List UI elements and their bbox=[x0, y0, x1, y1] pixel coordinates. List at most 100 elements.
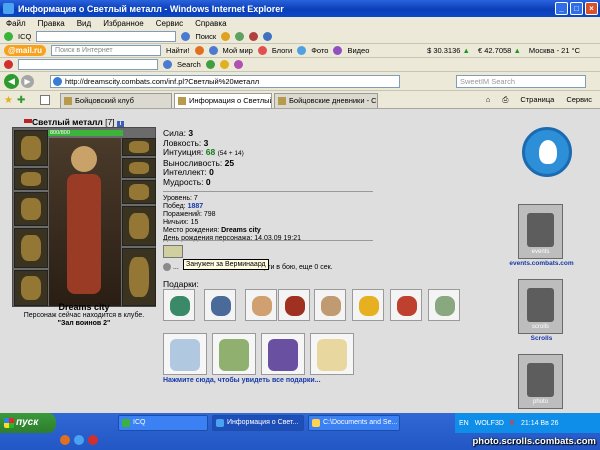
minimize-button[interactable]: _ bbox=[555, 2, 568, 15]
location-status: Персонаж сейчас находится в клубе. bbox=[23, 312, 145, 319]
weapon-slot[interactable] bbox=[14, 192, 48, 226]
scrolls-link[interactable]: Scrolls bbox=[504, 335, 579, 342]
page-menu[interactable]: Страница bbox=[520, 95, 554, 105]
system-tray: EN WOLF3D K 21:14 Вв 26 bbox=[455, 413, 600, 433]
window-title-bar[interactable]: Информация о Светлый металл - Windows In… bbox=[0, 0, 600, 17]
icq-button[interactable]: ICQ bbox=[18, 32, 31, 41]
pencil-icon[interactable] bbox=[194, 46, 204, 55]
url-input[interactable]: http://dreamscity.combats.com/inf.pl?Све… bbox=[50, 75, 400, 88]
start-button[interactable]: пуск bbox=[0, 413, 56, 433]
earring-slot[interactable] bbox=[122, 138, 156, 156]
mailru-logo[interactable]: @mail.ru bbox=[4, 45, 47, 56]
gift-item[interactable] bbox=[278, 289, 310, 321]
gloves-slot[interactable] bbox=[122, 180, 156, 204]
gift-item[interactable] bbox=[428, 289, 460, 321]
all-gifts-link[interactable]: Нажмите сюда, чтобы увидеть все подарки.… bbox=[163, 377, 321, 384]
task-icq[interactable]: ICQ bbox=[118, 415, 208, 431]
toolbar-icon-3[interactable] bbox=[249, 31, 259, 41]
gift-card[interactable] bbox=[212, 333, 256, 375]
menu-favorites[interactable]: Избранное bbox=[103, 19, 144, 28]
menu-bar: Файл Правка Вид Избранное Сервис Справка bbox=[0, 17, 600, 29]
ie-quicklaunch-icon[interactable] bbox=[74, 435, 84, 445]
video-link[interactable]: Видео bbox=[347, 46, 369, 55]
menu-edit[interactable]: Правка bbox=[38, 19, 65, 28]
quick-tabs-icon[interactable] bbox=[40, 95, 50, 105]
print-icon[interactable]: ⎙ bbox=[502, 95, 508, 105]
toolbar-icon-4[interactable] bbox=[263, 31, 273, 41]
gift-item[interactable] bbox=[314, 289, 346, 321]
icq-search-button[interactable]: Поиск bbox=[195, 32, 216, 41]
toolbar-icon-5[interactable] bbox=[205, 60, 215, 69]
gift-card[interactable] bbox=[261, 333, 305, 375]
back-button[interactable]: ◀ bbox=[4, 74, 19, 89]
necklace-slot[interactable] bbox=[14, 168, 48, 190]
character-city: Dreams city bbox=[58, 302, 110, 312]
close-button[interactable]: × bbox=[585, 2, 598, 15]
trauma-effect-icon[interactable] bbox=[163, 245, 183, 258]
gift-item[interactable] bbox=[352, 289, 384, 321]
shield-slot[interactable] bbox=[122, 206, 156, 246]
clock[interactable]: 21:14 Вв 26 bbox=[521, 420, 559, 427]
toolbar-icon-1[interactable] bbox=[221, 31, 231, 41]
events-link[interactable]: events.combats.com bbox=[504, 260, 579, 267]
tab-character-info[interactable]: Информация о Светлый ... bbox=[174, 93, 272, 108]
home-icon[interactable]: ⌂ bbox=[486, 95, 491, 105]
photo-link[interactable]: Фото bbox=[311, 46, 328, 55]
boots-slot[interactable] bbox=[122, 248, 156, 306]
forward-button[interactable]: ▶ bbox=[21, 75, 34, 88]
events-banner[interactable]: events bbox=[518, 204, 563, 259]
toolbar-icon-6[interactable] bbox=[233, 60, 243, 69]
menu-file[interactable]: Файл bbox=[6, 19, 26, 28]
mailru-find-button[interactable]: Найти! bbox=[166, 46, 190, 55]
icq-search-input[interactable] bbox=[36, 30, 177, 42]
weather[interactable]: Москва - 21 °C bbox=[529, 46, 580, 55]
tools-menu[interactable]: Сервис bbox=[566, 95, 592, 105]
menu-help[interactable]: Справка bbox=[195, 19, 226, 28]
scrolls-banner[interactable]: scrolls bbox=[518, 279, 563, 334]
task-explorer[interactable]: C:\Documents and Se... bbox=[308, 415, 400, 431]
gift-item[interactable] bbox=[245, 289, 277, 321]
hp-bar: 800/800 bbox=[48, 130, 123, 136]
add-favorites-icon[interactable]: ✚ bbox=[17, 95, 25, 106]
tab-combats-club[interactable]: Бойцовский клуб bbox=[60, 93, 172, 108]
tab-diaries[interactable]: Бойцовские дневники - Свет... bbox=[274, 93, 378, 108]
character-figure bbox=[49, 138, 121, 306]
antivirus-icon[interactable]: K bbox=[510, 420, 515, 427]
toolbar-logo-icon[interactable] bbox=[4, 60, 13, 69]
toolbar3-search-input[interactable] bbox=[18, 59, 158, 70]
belt-slot[interactable] bbox=[14, 270, 48, 306]
task-ie-window[interactable]: Информация о Свет... bbox=[212, 415, 304, 431]
favorites-star-icon[interactable]: ★ bbox=[4, 95, 13, 106]
armor-slot[interactable] bbox=[14, 228, 48, 268]
combats-logo[interactable] bbox=[522, 127, 572, 177]
tab-favicon bbox=[64, 97, 72, 105]
maximize-button[interactable]: □ bbox=[570, 2, 583, 15]
helmet-slot[interactable] bbox=[14, 130, 48, 166]
opera-icon[interactable] bbox=[88, 435, 98, 445]
smiley-icon[interactable] bbox=[219, 60, 229, 69]
search-icon bbox=[181, 31, 191, 41]
mailru-search-input[interactable]: Поиск в Интернет bbox=[51, 45, 162, 56]
firefox-icon[interactable] bbox=[60, 435, 70, 445]
record-losses: Поражений: 798 bbox=[163, 211, 216, 218]
toolbar-icon-2[interactable] bbox=[235, 31, 245, 41]
gift-card[interactable] bbox=[163, 333, 207, 375]
tab-favicon bbox=[278, 97, 286, 105]
window-title: Информация о Светлый металл - Windows In… bbox=[18, 3, 284, 14]
ie-icon bbox=[3, 3, 14, 14]
blogs-link[interactable]: Блоги bbox=[272, 46, 292, 55]
language-indicator[interactable]: EN bbox=[459, 420, 469, 427]
menu-view[interactable]: Вид bbox=[77, 19, 91, 28]
sweetim-search-input[interactable]: SweetIM Search bbox=[456, 75, 586, 88]
tray-app-label[interactable]: WOLF3D bbox=[475, 420, 504, 427]
gift-item[interactable] bbox=[204, 289, 236, 321]
toolbar3-search-button[interactable]: Search bbox=[177, 60, 201, 69]
ring-slots[interactable] bbox=[122, 158, 156, 178]
gift-card[interactable] bbox=[310, 333, 354, 375]
gift-item[interactable] bbox=[390, 289, 422, 321]
gift-item[interactable] bbox=[163, 289, 195, 321]
mailru-toolbar: @mail.ru Поиск в Интернет Найти! Мой мир… bbox=[0, 44, 600, 58]
my-world-link[interactable]: Мой мир bbox=[223, 46, 253, 55]
photo-banner[interactable]: photo bbox=[518, 354, 563, 409]
menu-tools[interactable]: Сервис bbox=[156, 19, 183, 28]
